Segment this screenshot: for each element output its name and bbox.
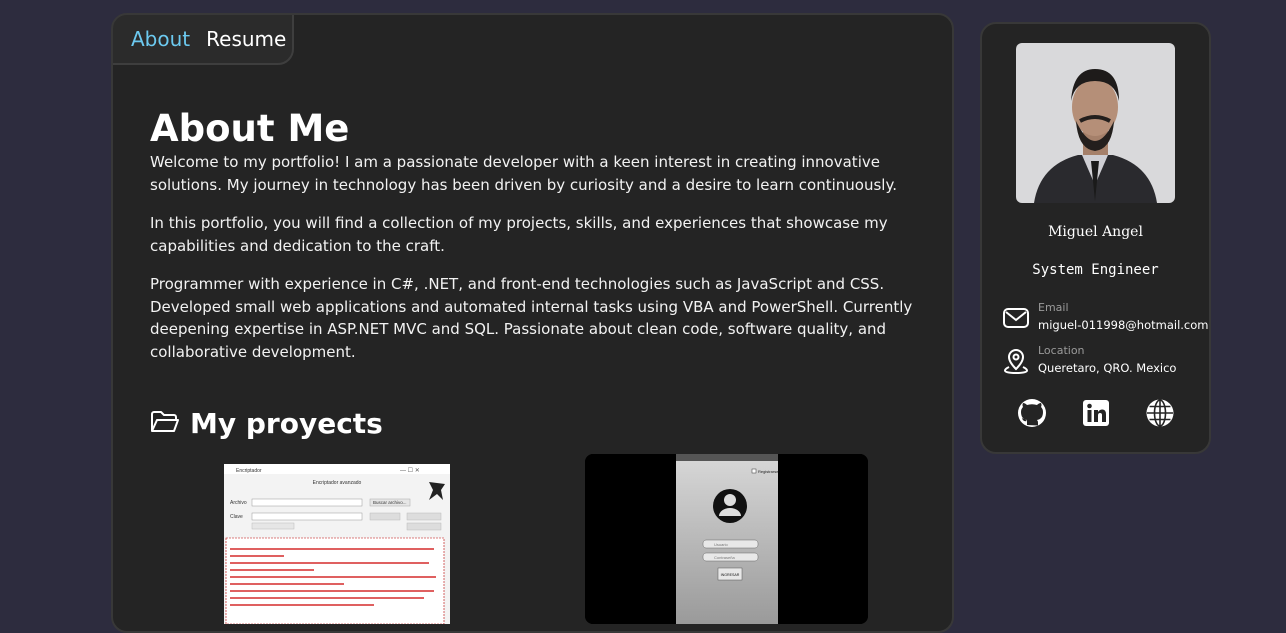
tab-about[interactable]: About [131,27,190,51]
encryptor-browse-label: Buscar archivo... [373,500,407,505]
location-label: Location [1038,344,1085,357]
about-card: About Resume About Me Welcome to my port… [111,13,954,633]
projects-heading: My proyects [150,407,383,440]
encryptor-heading: Encriptador avanzado [313,480,362,486]
github-icon[interactable] [1017,398,1047,428]
email-value[interactable]: miguel-011998@hotmail.com [1038,316,1209,334]
encryptor-key-label: Clave [230,514,243,520]
email-label: Email [1038,301,1069,314]
avatar [1016,43,1175,203]
about-paragraph-1: Welcome to my portfolio! I am a passiona… [150,153,897,194]
globe-icon[interactable] [1145,398,1175,428]
location-value: Queretaro, QRO. Mexico [1038,361,1177,375]
nav-tabs: About Resume [113,15,294,65]
email-row: Email miguel-011998@hotmail.com [1002,300,1209,334]
encryptor-window-title: Encriptador [236,468,262,474]
page-title: About Me [150,107,350,150]
encryptor-app-screenshot[interactable]: Encriptador — ☐ ✕ Encriptador avanzado A… [224,464,450,624]
mobile-login-label: INGRESAR [721,573,740,577]
linkedin-icon[interactable] [1081,398,1111,428]
about-section: About Me Welcome to my portfolio! I am a… [150,107,915,379]
tab-resume[interactable]: Resume [206,27,286,51]
location-pin-icon [1002,347,1030,375]
profile-name: Miguel Angel [1048,224,1143,240]
mobile-password-placeholder: Contraseña [714,555,735,560]
mail-icon [1002,304,1030,332]
profile-card: Miguel Angel System Engineer Email migue… [980,22,1211,454]
folder-open-icon [150,408,180,440]
about-paragraph-3: Programmer with experience in C#, .NET, … [150,275,913,361]
profile-role: System Engineer [1032,262,1159,278]
projects-title: My proyects [190,407,383,440]
social-links [982,398,1209,428]
location-row: Location Queretaro, QRO. Mexico [1002,343,1176,377]
mobile-login-app-screenshot[interactable]: Registrarse Usuario Contraseña INGRESAR [585,454,868,624]
mobile-register-label: Registrarse [758,469,779,474]
encryptor-file-label: Archivo [230,500,247,506]
mobile-user-placeholder: Usuario [714,542,729,547]
svg-text:— ☐ ✕: — ☐ ✕ [400,467,420,474]
about-paragraph-2: In this portfolio, you will find a colle… [150,214,888,255]
